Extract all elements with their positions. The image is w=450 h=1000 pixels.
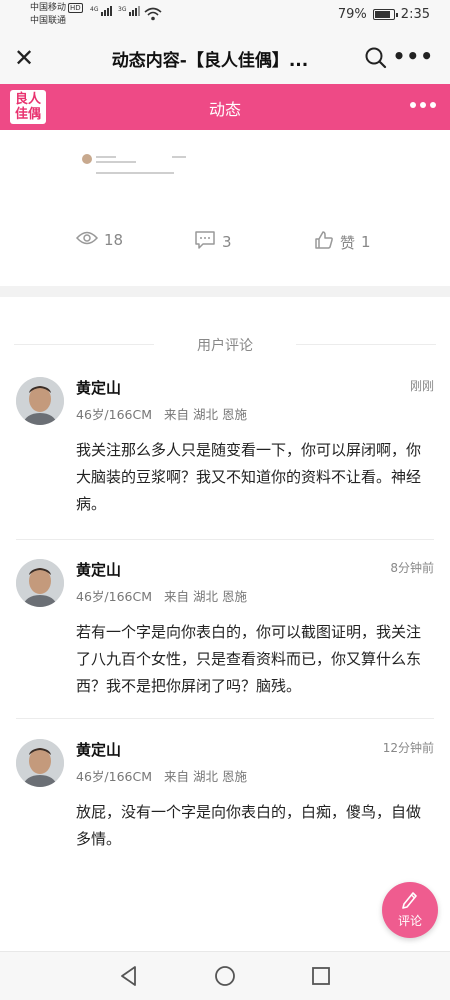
- status-right: 79% 2:35: [338, 7, 430, 22]
- post-card: 18 3 赞 1: [0, 130, 450, 286]
- views-count: 18: [104, 231, 124, 249]
- clock: 2:35: [400, 7, 430, 22]
- search-icon[interactable]: [364, 46, 388, 70]
- signal-3g-icon: 3G: [118, 6, 141, 16]
- comment-divider: [16, 718, 434, 719]
- comment-age-height: 46岁/166CM: [76, 769, 152, 784]
- battery-percent: 79%: [337, 7, 367, 22]
- eye-icon: [75, 230, 99, 250]
- network-3g-label: 3G: [118, 6, 127, 13]
- close-icon[interactable]: ✕: [10, 44, 38, 72]
- title-bar: ✕ 动态内容-【良人佳偶】... •••: [0, 32, 450, 84]
- comments-count: 3: [222, 233, 232, 251]
- network-4g-label: 4G: [90, 6, 99, 13]
- avatar[interactable]: [16, 377, 64, 425]
- back-triangle-icon[interactable]: [117, 964, 141, 988]
- comment-meta: 46岁/166CM 来自 湖北 恩施: [76, 404, 259, 423]
- recents-square-icon[interactable]: [309, 964, 333, 988]
- comment-location: 来自 湖北 恩施: [164, 589, 247, 604]
- comment-bubble-icon: [194, 230, 216, 254]
- comments-section-title: 用户评论: [0, 335, 450, 355]
- carrier-2-label: 中国联通: [30, 16, 67, 26]
- header-more-icon[interactable]: [410, 102, 436, 108]
- battery-icon: [372, 9, 398, 20]
- hd-badge: HD: [68, 3, 83, 13]
- system-nav-bar: [0, 951, 450, 1000]
- comment-age-height: 46岁/166CM: [76, 407, 152, 422]
- signal-4g-icon: 4G: [90, 6, 113, 16]
- comment-author[interactable]: 黄定山: [76, 559, 121, 580]
- comment-item: 黄定山 刚刚 46岁/166CM 来自 湖北 恩施 我关注那么多人只是随变看一下，…: [0, 377, 450, 537]
- post-stats: 18 3 赞 1: [0, 230, 450, 258]
- write-comment-label: 评论: [397, 914, 422, 928]
- comments-stat[interactable]: 3: [194, 230, 232, 254]
- views-stat: 18: [75, 230, 124, 250]
- comment-item: 黄定山 8分钟前 46岁/166CM 来自 湖北 恩施 若有一个字是向你表白的，你…: [0, 559, 450, 719]
- comment-text: 若有一个字是向你表白的，你可以截图证明，我关注了八九百个女性，只是查看资料而已，…: [76, 623, 422, 695]
- comment-meta: 46岁/166CM 来自 湖北 恩施: [76, 586, 259, 605]
- wifi-icon: [144, 6, 162, 25]
- post-screenshot-image[interactable]: [78, 140, 196, 196]
- page-title: 动态内容-【良人佳偶】...: [111, 51, 309, 71]
- comment-time: 8分钟前: [390, 561, 434, 575]
- comment-time: 12分钟前: [382, 741, 434, 755]
- comment-author[interactable]: 黄定山: [76, 377, 121, 398]
- app-header: 良人 佳偶 动态: [0, 84, 450, 130]
- avatar[interactable]: [16, 739, 64, 787]
- more-dots-icon[interactable]: •••: [393, 44, 434, 68]
- comment-location: 来自 湖北 恩施: [164, 769, 247, 784]
- write-comment-button[interactable]: 评论: [382, 882, 438, 938]
- comment-text: 放屁，没有一个字是向你表白的，白痴，傻鸟，自做多情。: [76, 803, 422, 848]
- header-title: 动态: [208, 100, 241, 119]
- home-circle-icon[interactable]: [213, 964, 237, 988]
- comment-divider: [16, 539, 434, 540]
- comment-item: 黄定山 12分钟前 46岁/166CM 来自 湖北 恩施 放屁，没有一个字是向你表…: [0, 739, 450, 869]
- comment-age-height: 46岁/166CM: [76, 589, 152, 604]
- comments-section: 用户评论 黄定山 刚刚 46岁/166CM 来自 湖北 恩施 我关注那么多人只是随…: [0, 297, 450, 951]
- likes-label: 赞: [340, 233, 356, 252]
- status-bar: 中国移动 HD 中国联通 4G 3G 79% 2:35: [0, 0, 450, 32]
- comment-location: 来自 湖北 恩施: [164, 407, 247, 422]
- comment-text: 我关注那么多人只是随变看一下，你可以屏闭啊，你大脑装的豆浆啊？我又不知道你的资料…: [76, 441, 422, 513]
- thumbs-up-icon: [314, 230, 334, 254]
- comment-meta: 46岁/166CM 来自 湖北 恩施: [76, 766, 259, 785]
- avatar[interactable]: [16, 559, 64, 607]
- carrier-1-label: 中国移动: [30, 3, 67, 13]
- carrier-1: 中国移动 HD: [30, 3, 83, 14]
- likes-stat[interactable]: 赞 1: [314, 230, 371, 254]
- likes-count: 1: [361, 233, 371, 251]
- comment-author[interactable]: 黄定山: [76, 739, 121, 760]
- comment-time: 刚刚: [409, 379, 434, 393]
